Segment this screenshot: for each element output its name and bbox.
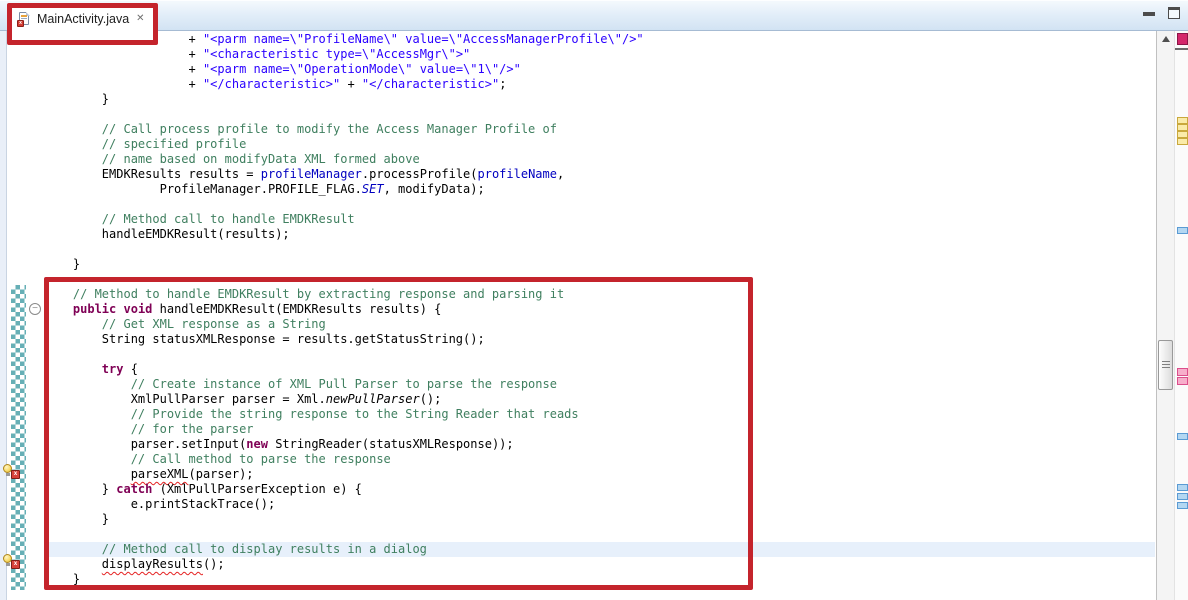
code-line: } [44,92,1155,107]
code-line: // Method call to handle EMDKResult [44,212,1155,227]
occurrence-marker[interactable] [1177,138,1188,145]
error-marker[interactable] [1177,368,1188,376]
code-line: + "<characteristic type=\"AccessMgr\">" [44,47,1155,62]
occurrence-marker[interactable] [1177,117,1188,124]
code-line [44,242,1155,257]
code-line [44,527,1155,542]
tab-title: MainActivity.java [37,12,129,26]
error-marker[interactable] [1177,377,1188,385]
code-line: // Method call to display results in a d… [44,542,1155,557]
code-area[interactable]: + "<parm name=\"ProfileName\" value=\"Ac… [44,32,1155,587]
code-line: // Call method to parse the response [44,452,1155,467]
maximize-icon[interactable] [1168,7,1180,19]
scroll-up-icon[interactable] [1162,36,1170,42]
quickfix-error-icon[interactable]: x [3,554,20,569]
code-line: EMDKResults results = profileManager.pro… [44,167,1155,182]
code-line: // Create instance of XML Pull Parser to… [44,377,1155,392]
code-line: } catch (XmlPullParserException e) { [44,482,1155,497]
code-line: // Provide the string response to the St… [44,407,1155,422]
info-marker[interactable] [1177,502,1188,509]
close-icon[interactable]: ✕ [136,14,144,24]
quickfix-error-icon[interactable]: x [3,464,20,479]
minimize-icon[interactable] [1143,12,1155,16]
java-file-icon: x [18,12,30,26]
error-badge-icon: x [17,20,24,27]
scrollbar-thumb[interactable] [1158,340,1173,390]
left-edge-strip [0,31,7,600]
code-line: // specified profile [44,137,1155,152]
code-line: + "<parm name=\"OperationMode\" value=\"… [44,62,1155,77]
code-line [44,272,1155,287]
collapse-icon[interactable]: − [29,303,41,315]
code-line: + "</characteristic>" + "</characteristi… [44,77,1155,92]
vertical-scrollbar[interactable] [1156,31,1174,600]
occurrence-marker[interactable] [1177,124,1188,131]
code-line: public void handleEMDKResult(EMDKResults… [44,302,1155,317]
code-line: } [44,572,1155,587]
code-line: e.printStackTrace(); [44,497,1155,512]
code-line: displayResults(); [44,557,1155,572]
code-line: ProfileManager.PROFILE_FLAG.SET, modifyD… [44,182,1155,197]
code-line [44,107,1155,122]
tab-bar: x MainActivity.java ✕ [0,0,1188,31]
code-line: // for the parser [44,422,1155,437]
code-line: String statusXMLResponse = results.getSt… [44,332,1155,347]
code-line: // name based on modifyData XML formed a… [44,152,1155,167]
code-line: parseXML(parser); [44,467,1155,482]
code-line: // Get XML response as a String [44,317,1155,332]
code-line [44,197,1155,212]
tab-mainactivity[interactable]: x MainActivity.java ✕ [10,5,155,32]
code-line: } [44,257,1155,272]
info-marker[interactable] [1177,433,1188,440]
code-line [44,347,1155,362]
ruler-separator [1175,48,1188,50]
code-line: handleEMDKResult(results); [44,227,1155,242]
code-line: } [44,512,1155,527]
code-line: + "<parm name=\"ProfileName\" value=\"Ac… [44,32,1155,47]
code-line: try { [44,362,1155,377]
code-line: parser.setInput(new StringReader(statusX… [44,437,1155,452]
info-marker[interactable] [1177,493,1188,500]
info-marker[interactable] [1177,484,1188,491]
quickdiff-change-bar [11,285,26,590]
file-error-indicator[interactable] [1177,33,1188,45]
occurrence-marker[interactable] [1177,131,1188,138]
code-line: // Method to handle EMDKResult by extrac… [44,287,1155,302]
overview-ruler[interactable] [1174,31,1188,600]
code-line: // Call process profile to modify the Ac… [44,122,1155,137]
info-marker[interactable] [1177,227,1188,234]
code-line: XmlPullParser parser = Xml.newPullParser… [44,392,1155,407]
